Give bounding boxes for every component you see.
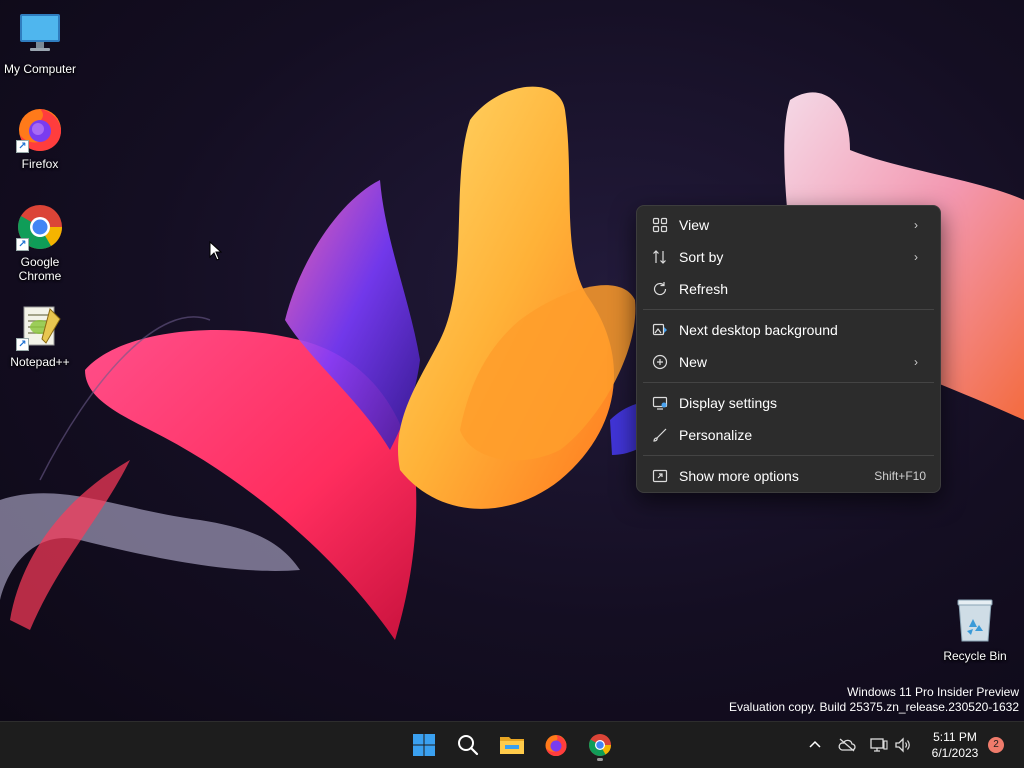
start-button[interactable]: [406, 728, 442, 762]
cloud-offline-icon: [838, 738, 856, 752]
plus-circle-icon: [651, 353, 669, 371]
volume-control[interactable]: [894, 736, 912, 754]
menu-item-refresh[interactable]: Refresh: [641, 273, 936, 305]
chrome-icon: [589, 734, 611, 756]
search-icon: [458, 735, 479, 756]
grid-view-icon: [651, 216, 669, 234]
menu-item-view[interactable]: View ›: [641, 209, 936, 241]
taskbar: 5:11 PM 6/1/2023 2: [0, 721, 1024, 768]
shortcut-arrow-icon: ↗: [16, 140, 29, 153]
sort-icon: [651, 248, 669, 266]
active-app-indicator: [597, 758, 603, 761]
watermark-line-edition: Windows 11 Pro Insider Preview: [847, 685, 1019, 699]
clock-date: 6/1/2023: [931, 746, 979, 760]
mouse-cursor-icon: [209, 241, 223, 261]
clock-time: 5:11 PM: [933, 730, 977, 744]
menu-item-label: Refresh: [679, 281, 729, 297]
menu-item-label: View: [679, 217, 710, 233]
firefox-icon: [545, 735, 567, 756]
submenu-arrow-icon: ›: [914, 355, 918, 369]
file-explorer-icon: [500, 737, 524, 754]
more-options-icon: [651, 467, 669, 485]
menu-item-label: Next desktop background: [679, 322, 838, 338]
shortcut-arrow-icon: ↗: [16, 338, 29, 351]
menu-separator: [643, 382, 934, 383]
show-hidden-icons-button[interactable]: [806, 736, 824, 754]
desktop-icon-chrome[interactable]: ↗ Google Chrome: [0, 203, 80, 283]
firefox-icon: ↗: [16, 105, 64, 153]
menu-item-display-settings[interactable]: Display settings: [641, 387, 936, 419]
notepadpp-icon: ↗: [16, 303, 64, 351]
brush-icon: [651, 426, 669, 444]
evaluation-watermark: Windows 11 Pro Insider Preview Evaluatio…: [729, 685, 1019, 715]
desktop-icon-label: Firefox: [21, 157, 59, 171]
menu-item-personalize[interactable]: Personalize: [641, 419, 936, 451]
menu-item-shortcut: Shift+F10: [874, 469, 926, 483]
desktop-icon-label: My Computer: [3, 62, 77, 76]
refresh-icon: [651, 280, 669, 298]
recycle-bin-icon: [951, 597, 999, 645]
desktop-icon-firefox[interactable]: ↗ Firefox: [0, 105, 80, 171]
menu-item-label: Display settings: [679, 395, 778, 411]
next-background-icon: [651, 321, 669, 339]
menu-item-label: Personalize: [679, 427, 753, 443]
desktop-icon-recycle-bin[interactable]: Recycle Bin: [935, 597, 1015, 663]
menu-item-label: New: [679, 354, 708, 370]
monitor-icon: [16, 10, 64, 58]
display-settings-icon: [651, 394, 669, 412]
notification-badge[interactable]: 2: [988, 737, 1004, 753]
desktop-icon-label: Google Chrome: [18, 255, 62, 283]
shortcut-arrow-icon: ↗: [16, 238, 29, 251]
menu-item-show-more-options[interactable]: Show more options Shift+F10: [641, 460, 936, 492]
watermark-line-build: Evaluation copy. Build 25375.zn_release.…: [729, 700, 1019, 714]
network-icon: [870, 738, 888, 752]
menu-item-next-desktop-background[interactable]: Next desktop background: [641, 314, 936, 346]
menu-item-label: Sort by: [679, 249, 724, 265]
submenu-arrow-icon: ›: [914, 250, 918, 264]
desktop-context-menu: View › Sort by › Refresh Next desktop ba…: [636, 205, 941, 493]
chevron-up-icon: [809, 740, 821, 748]
file-explorer-button[interactable]: [494, 728, 530, 762]
search-button[interactable]: [450, 728, 486, 762]
taskbar-clock[interactable]: 5:11 PM 6/1/2023: [920, 729, 990, 761]
volume-icon: [895, 737, 910, 753]
menu-separator: [643, 309, 934, 310]
chrome-icon: ↗: [16, 203, 64, 251]
desktop-icon-notepadpp[interactable]: ↗ Notepad++: [0, 303, 80, 369]
chrome-taskbar-button[interactable]: [582, 728, 618, 762]
menu-item-new[interactable]: New ›: [641, 346, 936, 378]
menu-item-label: Show more options: [679, 468, 799, 484]
onedrive-status[interactable]: [838, 736, 856, 754]
start-icon: [413, 734, 435, 756]
menu-separator: [643, 455, 934, 456]
desktop-icon-label: Notepad++: [10, 355, 70, 369]
desktop-icon-label: Recycle Bin: [943, 649, 1007, 663]
network-status[interactable]: [870, 736, 888, 754]
submenu-arrow-icon: ›: [914, 218, 918, 232]
firefox-taskbar-button[interactable]: [538, 728, 574, 762]
desktop-icon-my-computer[interactable]: My Computer: [0, 10, 80, 76]
menu-item-sort-by[interactable]: Sort by ›: [641, 241, 936, 273]
